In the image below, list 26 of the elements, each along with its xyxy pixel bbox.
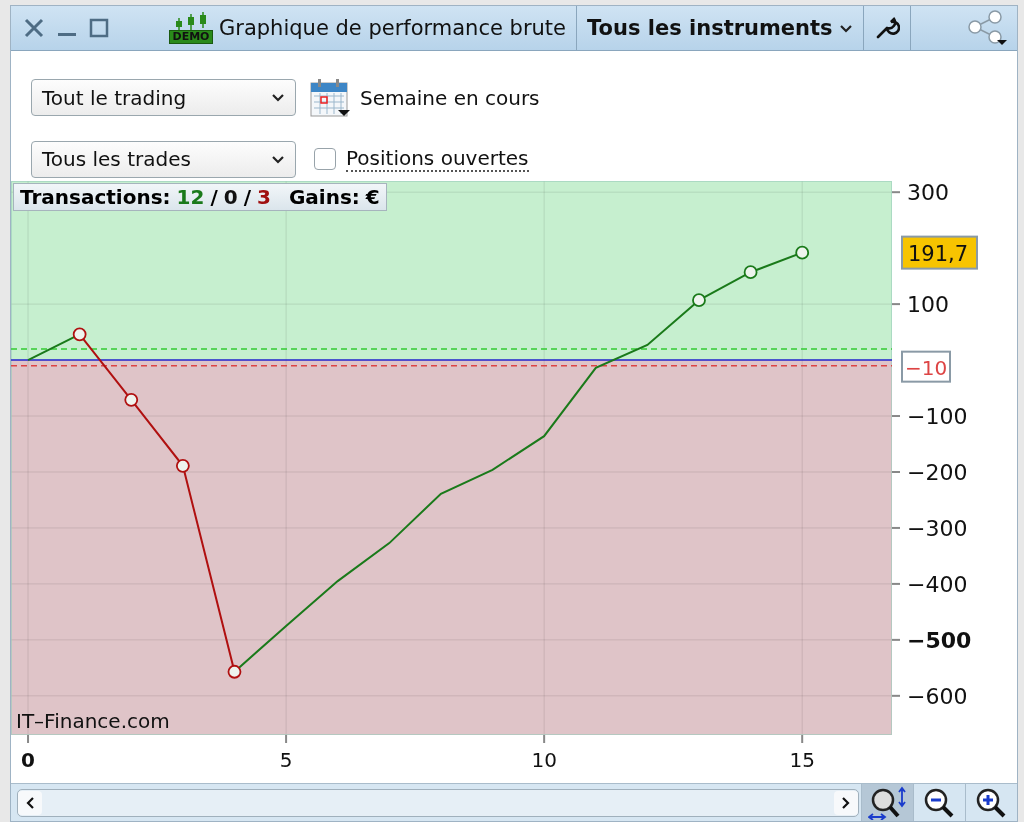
- y-axis-label: 300: [907, 181, 949, 206]
- date-range-label: Semaine en cours: [360, 85, 540, 110]
- last-value-badge: 191,7: [901, 235, 978, 270]
- y-axis-label: −500: [907, 627, 972, 653]
- reference-badge: −10: [901, 350, 951, 383]
- y-axis-label: 100: [907, 292, 949, 318]
- x-axis-label: 10: [531, 748, 557, 772]
- x-axis-label: 5: [279, 748, 293, 772]
- y-axis-label: −100: [907, 404, 968, 430]
- separator-text: /: [210, 185, 218, 209]
- chart-watermark: IT–Finance.com: [16, 709, 170, 733]
- y-axis-label: −200: [907, 460, 968, 485]
- y-axis-label: −300: [907, 515, 968, 541]
- window-title: Graphique de performance brute: [219, 16, 566, 40]
- x-axis-label: 0: [21, 748, 35, 772]
- separator-text: /: [243, 185, 251, 209]
- losses-count: 3: [257, 185, 271, 209]
- y-axis-label: −400: [907, 571, 968, 597]
- wins-count: 12: [176, 185, 205, 209]
- y-axis-label: −600: [907, 683, 968, 709]
- x-axis-label: 15: [789, 748, 815, 772]
- transactions-label: Transactions:: [20, 185, 171, 209]
- gains-label: Gains:: [288, 185, 360, 209]
- demo-badge: DEMO: [168, 30, 214, 44]
- neutral-count: 0: [223, 185, 238, 209]
- currency-label: €: [365, 185, 380, 209]
